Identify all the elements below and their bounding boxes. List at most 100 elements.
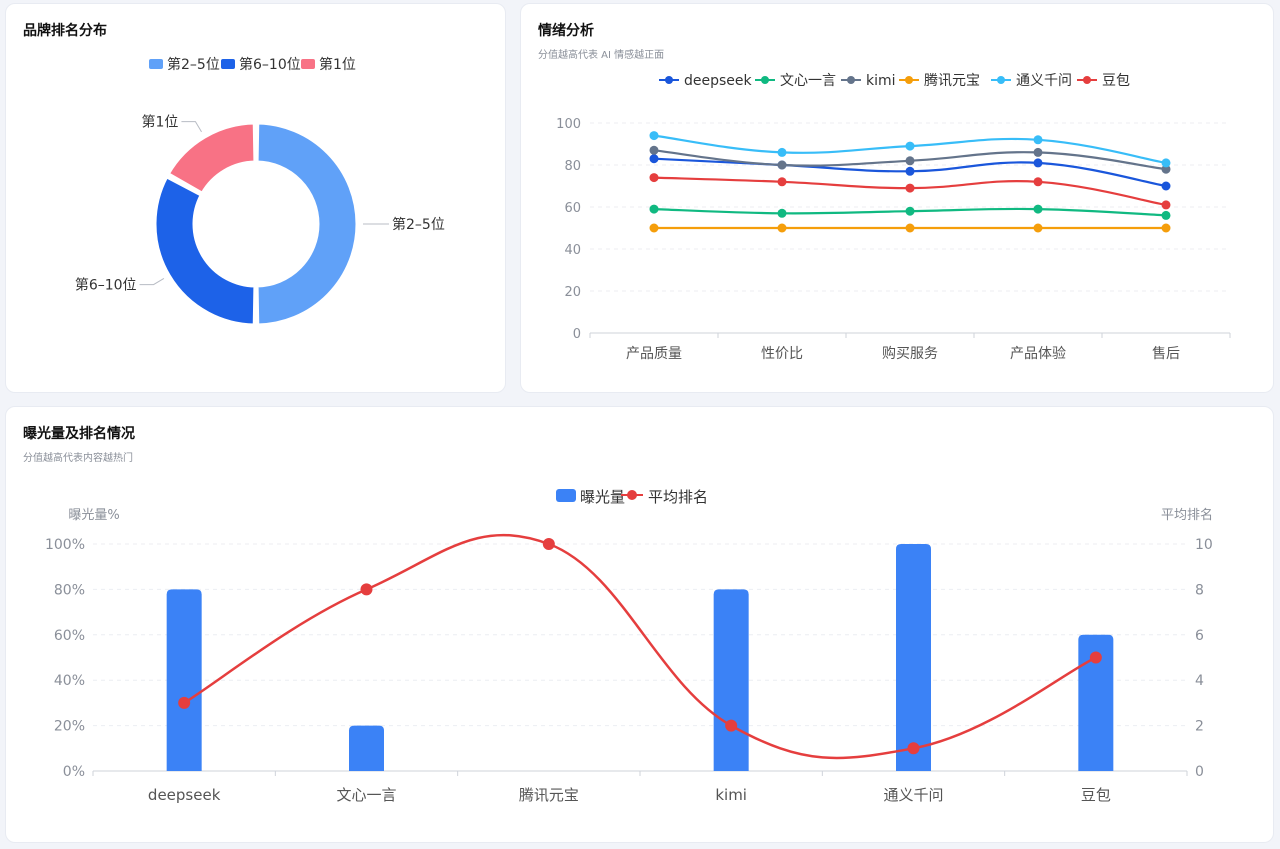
y-tick-label-right: 10 <box>1195 537 1213 553</box>
point-腾讯元宝-3 <box>905 223 915 233</box>
point-通义千问-4 <box>1033 135 1043 145</box>
y-tick-label: 40 <box>564 243 581 258</box>
legend-swatch <box>301 59 315 69</box>
legend-marker <box>761 76 769 84</box>
x-tick-label: 产品体验 <box>1010 346 1066 362</box>
legend-label: 文心一言 <box>780 73 836 89</box>
legend-item-文心一言: 文心一言 <box>755 73 836 89</box>
slice-leader-3 <box>181 121 202 133</box>
bar-5 <box>896 544 931 771</box>
point-kimi-1 <box>649 145 659 155</box>
y-axis-label-left: 曝光量% <box>68 508 119 523</box>
point-腾讯元宝-2 <box>777 223 787 233</box>
x-tick-label: 豆包 <box>1081 786 1111 804</box>
legend-swatch <box>149 59 163 69</box>
bar-1 <box>166 589 202 771</box>
legend-item-3: 第1位 <box>301 56 356 73</box>
y-tick-label-right: 8 <box>1195 582 1204 598</box>
exposure-chart: 曝光量 平均排名曝光量% 平均排名0%20%40%60%80%100%0246810… <box>45 488 1213 804</box>
point-豆包-4 <box>1033 177 1043 187</box>
bar-4 <box>713 589 749 771</box>
point-文心一言-1 <box>649 204 659 214</box>
point-豆包-2 <box>777 177 787 187</box>
ranking-point-6 <box>1089 651 1102 664</box>
point-腾讯元宝-4 <box>1033 223 1043 233</box>
point-腾讯元宝-1 <box>649 223 659 233</box>
point-deepseek-1 <box>649 154 659 164</box>
point-文心一言-3 <box>905 206 915 216</box>
ranking-point-5 <box>907 742 920 755</box>
slice-leader-2 <box>139 278 165 286</box>
y-tick-label-left: 0% <box>63 764 85 780</box>
slice-label-2: 第6–10位 <box>75 277 137 294</box>
point-kimi-3 <box>905 156 915 166</box>
slice-label-1: 第2–5位 <box>392 216 445 233</box>
point-腾讯元宝-5 <box>1161 223 1171 233</box>
point-豆包-5 <box>1161 200 1171 210</box>
point-文心一言-5 <box>1161 210 1171 220</box>
x-tick-label: 文心一言 <box>336 786 396 804</box>
legend-marker <box>665 76 673 84</box>
point-通义千问-1 <box>649 131 659 141</box>
legend-marker <box>847 76 855 84</box>
legend-label: 第1位 <box>319 56 356 73</box>
brand-ranking-chart: 第2–5位 第6–10位 第1位第2–5位第6–10位第1位 <box>75 56 445 327</box>
x-tick-label: kimi <box>715 786 747 804</box>
legend-marker <box>627 490 637 500</box>
exposure-card: 曝光量及排名情况 分值越高代表内容越热门 曝光量 平均排名 曝光量% 平均排名 0% 20… <box>5 406 1274 843</box>
y-tick-label-right: 4 <box>1195 673 1204 689</box>
point-文心一言-2 <box>777 208 787 218</box>
legend-item-kimi: kimi <box>841 73 896 89</box>
y-tick-label: 0 <box>573 327 581 342</box>
legend-swatch <box>221 59 235 69</box>
y-tick-label-right: 2 <box>1195 719 1204 735</box>
bar-2 <box>349 725 384 771</box>
slice-2 <box>153 175 257 327</box>
y-tick-label: 60 <box>564 201 581 216</box>
legend-marker <box>1083 76 1091 84</box>
legend-marker <box>997 76 1005 84</box>
x-tick-label: 售后 <box>1152 346 1180 362</box>
sentiment-card: 情绪分析 分值越高代表 AI 情感越正面 deepseek 文心一言 kimi 腾讯元… <box>520 3 1274 393</box>
point-通义千问-5 <box>1161 158 1171 168</box>
legend-item-平均排名: 平均排名 <box>621 488 708 506</box>
y-tick-label: 20 <box>564 285 581 300</box>
point-通义千问-3 <box>905 141 915 151</box>
point-豆包-3 <box>905 183 915 193</box>
point-deepseek-4 <box>1033 158 1043 168</box>
legend-item-曝光量: 曝光量 <box>556 488 625 506</box>
x-tick-label: 产品质量 <box>626 346 682 362</box>
point-kimi-4 <box>1033 147 1043 157</box>
point-通义千问-2 <box>777 147 787 157</box>
legend-label: 豆包 <box>1102 73 1130 89</box>
y-tick-label-left: 20% <box>54 719 85 735</box>
legend-item-deepseek: deepseek <box>659 73 753 89</box>
slice-3 <box>166 121 257 195</box>
slice-label-3: 第1位 <box>142 114 179 131</box>
y-tick-label: 80 <box>564 159 581 174</box>
legend-label: 平均排名 <box>648 488 708 506</box>
slice-1 <box>255 121 359 327</box>
legend-swatch <box>556 489 576 502</box>
legend-item-1: 第2–5位 <box>149 56 220 73</box>
y-axis-label-right: 平均排名 <box>1161 507 1213 523</box>
ranking-point-2 <box>360 583 373 596</box>
point-deepseek-5 <box>1161 181 1171 191</box>
x-tick-label: 通义千问 <box>883 786 943 804</box>
x-tick-label: deepseek <box>148 786 221 804</box>
legend-label: 通义千问 <box>1016 73 1072 89</box>
point-豆包-1 <box>649 173 659 183</box>
y-tick-label-left: 80% <box>54 582 85 598</box>
ranking-point-1 <box>178 696 191 709</box>
y-tick-label-left: 40% <box>54 673 85 689</box>
x-tick-label: 性价比 <box>761 346 803 362</box>
legend-label: 第6–10位 <box>239 56 301 73</box>
y-tick-label-left: 60% <box>54 628 85 644</box>
brand-ranking-card: 品牌排名分布 第2–5位 第6–10位 第1位 第2–5位 第6–10位 第1位 <box>5 3 506 393</box>
legend-label: 曝光量 <box>580 488 625 506</box>
y-tick-label-right: 0 <box>1195 764 1204 780</box>
x-tick-label: 腾讯元宝 <box>519 786 579 804</box>
legend-label: 第2–5位 <box>167 56 220 73</box>
legend-item-豆包: 豆包 <box>1077 73 1130 89</box>
ranking-line <box>183 533 1097 760</box>
